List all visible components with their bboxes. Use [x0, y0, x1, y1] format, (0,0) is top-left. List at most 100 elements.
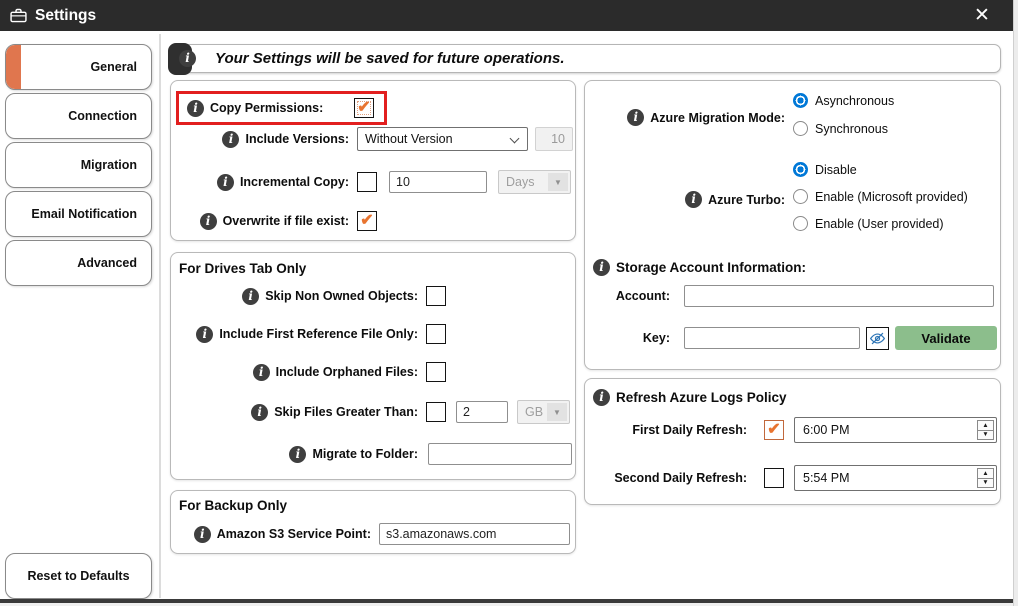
sidebar-item-connection[interactable]: Connection: [5, 93, 152, 139]
incremental-copy-checkbox[interactable]: [357, 172, 377, 192]
radio-enable-user[interactable]: Enable (User provided): [793, 216, 968, 231]
include-orphaned-row: Include Orphaned Files:: [171, 362, 575, 382]
window-title: Settings: [35, 7, 96, 25]
first-daily-refresh-checkbox[interactable]: [764, 420, 784, 440]
azure-group: Azure Migration Mode: Asynchronous Synch…: [584, 80, 1001, 370]
refresh-policy-title: Refresh Azure Logs Policy: [616, 390, 787, 405]
radio-label: Synchronous: [815, 122, 888, 136]
dropdown-value: Days: [506, 175, 534, 189]
info-icon: [253, 364, 270, 381]
radio-selected-icon: [793, 162, 808, 177]
radio-unselected-icon: [793, 189, 808, 204]
skip-non-owned-checkbox[interactable]: [426, 286, 446, 306]
info-icon: [187, 100, 204, 117]
azure-migration-mode-labelrow: Azure Migration Mode:: [585, 109, 785, 126]
tab-label: Connection: [68, 109, 137, 123]
time-spinner: ▲ ▼: [977, 468, 994, 488]
sidebar-item-email-notification[interactable]: Email Notification: [5, 191, 152, 237]
settings-dialog: Settings ✕ General Connection Migration …: [0, 0, 1013, 599]
arrow-down-icon[interactable]: ▼: [978, 430, 993, 440]
info-icon: [200, 213, 217, 230]
azure-turbo-label: Azure Turbo:: [708, 193, 785, 207]
info-icon: [222, 131, 239, 148]
copy-permissions-highlight: Copy Permissions:: [176, 91, 387, 125]
info-icon: [196, 326, 213, 343]
sidebar-item-advanced[interactable]: Advanced: [5, 240, 152, 286]
storage-account-header-label: Storage Account Information:: [616, 260, 806, 275]
skip-non-owned-label: Skip Non Owned Objects:: [265, 289, 418, 303]
eye-slash-icon[interactable]: [866, 327, 889, 350]
radio-asynchronous[interactable]: Asynchronous: [793, 93, 894, 108]
arrow-up-icon[interactable]: ▲: [978, 469, 993, 478]
radio-selected-icon: [793, 93, 808, 108]
arrow-down-icon[interactable]: ▼: [978, 478, 993, 488]
overwrite-checkbox[interactable]: [357, 211, 377, 231]
info-icon: [685, 191, 702, 208]
info-icon: [593, 389, 610, 406]
radio-disable[interactable]: Disable: [793, 162, 968, 177]
dropdown-value: GB: [525, 405, 543, 419]
info-icon: [179, 50, 196, 67]
incremental-copy-days-input[interactable]: [389, 171, 487, 193]
close-icon[interactable]: ✕: [967, 1, 997, 29]
s3-service-point-input[interactable]: [379, 523, 570, 545]
copy-permissions-checkbox[interactable]: [354, 98, 374, 118]
briefcase-icon: [10, 8, 27, 23]
radio-unselected-icon: [793, 216, 808, 231]
include-versions-label: Include Versions:: [245, 132, 349, 146]
sidebar-item-general[interactable]: General: [5, 44, 152, 90]
s3-service-point-label: Amazon S3 Service Point:: [217, 527, 371, 541]
reset-to-defaults-button[interactable]: Reset to Defaults: [5, 553, 152, 599]
s3-service-point-row: Amazon S3 Service Point:: [171, 523, 575, 545]
copy-settings-group: Copy Permissions: Include Versions: With…: [170, 80, 576, 241]
include-versions-dropdown[interactable]: Without Version: [357, 127, 528, 151]
include-orphaned-label: Include Orphaned Files:: [276, 365, 418, 379]
key-input[interactable]: [684, 327, 860, 349]
info-icon: [289, 446, 306, 463]
skip-files-row: Skip Files Greater Than: GB ▼: [171, 400, 575, 424]
chevron-down-icon: ▼: [548, 173, 568, 191]
include-first-ref-checkbox[interactable]: [426, 324, 446, 344]
sidebar-divider: [159, 34, 161, 598]
titlebar: Settings ✕: [0, 0, 1013, 31]
time-value: 6:00 PM: [803, 423, 850, 437]
chevron-down-icon: ▼: [547, 403, 567, 421]
skip-files-size-input[interactable]: [456, 401, 508, 423]
overwrite-row: Overwrite if file exist:: [171, 211, 575, 231]
tab-label: Migration: [81, 158, 137, 172]
radio-synchronous[interactable]: Synchronous: [793, 121, 894, 136]
migrate-folder-input[interactable]: [428, 443, 572, 465]
radio-label: Disable: [815, 163, 857, 177]
migrate-folder-row: Migrate to Folder:: [171, 443, 575, 465]
skip-files-checkbox[interactable]: [426, 402, 446, 422]
backup-group: For Backup Only Amazon S3 Service Point:: [170, 490, 576, 554]
include-orphaned-checkbox[interactable]: [426, 362, 446, 382]
overwrite-label: Overwrite if file exist:: [223, 214, 349, 228]
key-label: Key:: [585, 331, 670, 345]
second-daily-refresh-row: Second Daily Refresh: 5:54 PM ▲ ▼: [585, 471, 1000, 485]
first-daily-refresh-time[interactable]: 6:00 PM ▲ ▼: [794, 417, 997, 443]
account-input[interactable]: [684, 285, 994, 307]
copy-permissions-label: Copy Permissions:: [210, 101, 323, 115]
azure-turbo-labelrow: Azure Turbo:: [585, 191, 785, 208]
migrate-folder-label: Migrate to Folder:: [312, 447, 418, 461]
arrow-up-icon[interactable]: ▲: [978, 421, 993, 430]
second-daily-refresh-checkbox[interactable]: [764, 468, 784, 488]
tab-label: Advanced: [77, 256, 137, 270]
sidebar-item-migration[interactable]: Migration: [5, 142, 152, 188]
incremental-copy-unit-dropdown: Days ▼: [498, 170, 571, 194]
radio-label: Enable (Microsoft provided): [815, 190, 968, 204]
window-bottom-edge: [0, 599, 1013, 603]
window-right-edge: [1013, 0, 1018, 606]
info-icon: [194, 526, 211, 543]
button-label: Reset to Defaults: [27, 569, 129, 583]
account-label: Account:: [585, 289, 670, 303]
key-row: Key: Validate: [585, 331, 1000, 345]
validate-button[interactable]: Validate: [895, 326, 997, 350]
tab-label: Email Notification: [31, 207, 137, 221]
skip-files-unit-dropdown: GB ▼: [517, 400, 570, 424]
radio-enable-microsoft[interactable]: Enable (Microsoft provided): [793, 189, 968, 204]
first-daily-refresh-row: First Daily Refresh: 6:00 PM ▲ ▼: [585, 423, 1000, 437]
second-daily-refresh-time[interactable]: 5:54 PM ▲ ▼: [794, 465, 997, 491]
time-spinner: ▲ ▼: [977, 420, 994, 440]
